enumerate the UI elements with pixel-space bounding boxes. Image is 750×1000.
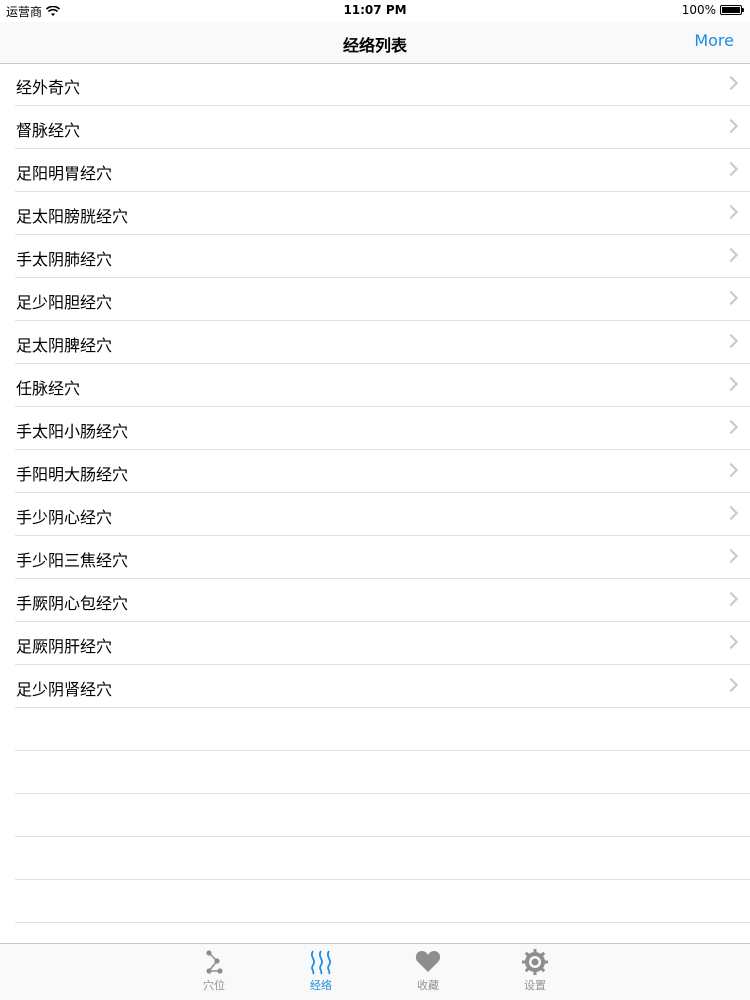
list-item-label: 足少阴肾经穴 <box>16 680 113 699</box>
list-item-label: 督脉经穴 <box>16 121 81 140</box>
meridian-list: 经外奇穴 督脉经穴 足阳明胃经穴 足太阳膀胱经穴 手太阴肺经穴 足少阳胆经穴 足… <box>0 63 750 923</box>
acupoint-icon <box>206 950 223 974</box>
status-time: 11:07 PM <box>343 3 407 17</box>
status-right: 100% <box>681 3 744 17</box>
list-item-label: 手太阴肺经穴 <box>16 250 113 269</box>
list-item-label: 足阳明胃经穴 <box>16 164 113 183</box>
battery-percent: 100% <box>681 3 716 17</box>
list-item-label: 手太阳小肠经穴 <box>16 422 129 441</box>
chevron-right-icon <box>723 247 739 263</box>
chevron-right-icon <box>723 419 739 435</box>
heart-icon <box>415 951 441 972</box>
tab-settings[interactable]: 设置 <box>505 948 565 993</box>
list-item-label: 经外奇穴 <box>16 78 81 97</box>
tab-label: 经络 <box>310 979 332 992</box>
chevron-right-icon <box>723 591 739 607</box>
chevron-right-icon <box>723 118 739 134</box>
chevron-right-icon <box>723 677 739 693</box>
tab-favorites[interactable]: 收藏 <box>398 948 458 993</box>
list-item[interactable]: 足少阳胆经穴 <box>0 278 750 321</box>
empty-row <box>0 837 750 880</box>
list-item-label: 手阳明大肠经穴 <box>16 465 129 484</box>
list-item-label: 足太阴脾经穴 <box>16 336 113 355</box>
more-button[interactable]: More <box>694 31 734 50</box>
chevron-right-icon <box>723 290 739 306</box>
empty-row <box>0 708 750 751</box>
tab-label: 收藏 <box>417 979 439 992</box>
empty-row <box>0 751 750 794</box>
navigation-bar: 经络列表 More <box>0 22 750 64</box>
list-item[interactable]: 手少阳三焦经穴 <box>0 536 750 579</box>
list-item[interactable]: 足阳明胃经穴 <box>0 149 750 192</box>
chevron-right-icon <box>723 204 739 220</box>
tab-label: 穴位 <box>203 979 225 992</box>
list-item-label: 手厥阴心包经穴 <box>16 594 129 613</box>
list-item[interactable]: 足少阴肾经穴 <box>0 665 750 708</box>
chevron-right-icon <box>723 333 739 349</box>
tab-bar: 穴位 经络 收藏 设置 <box>0 943 750 1000</box>
list-item[interactable]: 足厥阴肝经穴 <box>0 622 750 665</box>
meridian-icon <box>310 950 332 975</box>
list-item[interactable]: 足太阳膀胱经穴 <box>0 192 750 235</box>
list-item[interactable]: 经外奇穴 <box>0 63 750 106</box>
list-item-label: 足太阳膀胱经穴 <box>16 207 129 226</box>
list-item-label: 手少阳三焦经穴 <box>16 551 129 570</box>
chevron-right-icon <box>723 376 739 392</box>
tab-meridians[interactable]: 经络 <box>291 948 351 993</box>
list-item[interactable]: 手太阴肺经穴 <box>0 235 750 278</box>
list-item[interactable]: 手少阴心经穴 <box>0 493 750 536</box>
list-item[interactable]: 手阳明大肠经穴 <box>0 450 750 493</box>
chevron-right-icon <box>723 634 739 650</box>
status-bar: 运营商 11:07 PM 100% <box>0 0 750 22</box>
tab-acupoints[interactable]: 穴位 <box>184 948 244 993</box>
tab-label: 设置 <box>524 979 546 992</box>
list-item-label: 足少阳胆经穴 <box>16 293 113 312</box>
list-item-label: 手少阴心经穴 <box>16 508 113 527</box>
list-item[interactable]: 手厥阴心包经穴 <box>0 579 750 622</box>
empty-row <box>0 794 750 837</box>
empty-row <box>0 880 750 923</box>
chevron-right-icon <box>723 548 739 564</box>
list-item[interactable]: 督脉经穴 <box>0 106 750 149</box>
list-item-label: 任脉经穴 <box>16 379 81 398</box>
chevron-right-icon <box>723 462 739 478</box>
chevron-right-icon <box>723 75 739 91</box>
list-item-label: 足厥阴肝经穴 <box>16 637 113 656</box>
list-item[interactable]: 任脉经穴 <box>0 364 750 407</box>
list-item[interactable]: 足太阴脾经穴 <box>0 321 750 364</box>
page-title: 经络列表 <box>342 36 407 55</box>
battery-icon <box>720 5 744 15</box>
list-item[interactable]: 手太阳小肠经穴 <box>0 407 750 450</box>
gear-icon <box>522 949 548 975</box>
chevron-right-icon <box>723 505 739 521</box>
chevron-right-icon <box>723 161 739 177</box>
